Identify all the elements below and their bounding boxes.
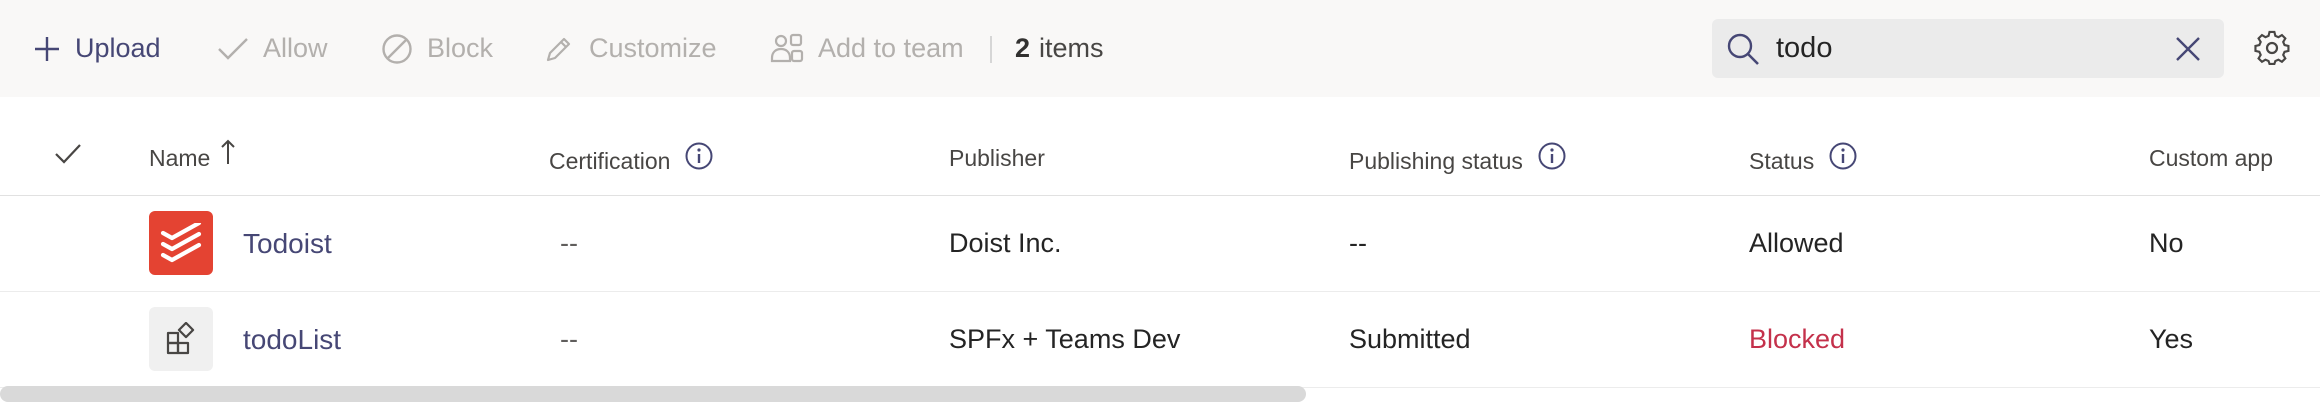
- certification-value: --: [560, 324, 578, 354]
- custom-app-value: No: [2149, 228, 2184, 258]
- search-input[interactable]: [1776, 29, 2156, 67]
- table-row[interactable]: todoList -- SPFx + Teams Dev Submitted B…: [0, 292, 2320, 388]
- column-name-label: Name: [149, 145, 211, 171]
- block-label: Block: [427, 33, 494, 63]
- column-header-certification[interactable]: Certification: [549, 142, 714, 177]
- upload-label: Upload: [75, 33, 161, 63]
- custom-app-value: Yes: [2149, 324, 2194, 354]
- info-icon[interactable]: [684, 141, 714, 177]
- pencil-icon: [543, 33, 575, 65]
- upload-button[interactable]: Upload: [33, 0, 161, 97]
- column-header-status[interactable]: Status: [1749, 142, 1858, 177]
- column-certification-label: Certification: [549, 147, 671, 174]
- people-add-icon: [770, 33, 804, 65]
- column-header-name[interactable]: Name: [149, 139, 236, 172]
- publishing-status-value: --: [1349, 228, 1367, 258]
- info-icon[interactable]: [1828, 141, 1858, 177]
- status-value: Allowed: [1749, 228, 1844, 258]
- column-header-publishing-status[interactable]: Publishing status: [1349, 142, 1567, 177]
- arrow-up-icon: [220, 138, 236, 172]
- certification-value: --: [560, 228, 578, 258]
- allow-button[interactable]: Allow: [217, 0, 328, 97]
- publishing-status-cell: --: [1349, 196, 1367, 291]
- toolbar-divider: [990, 36, 992, 63]
- customize-label: Customize: [589, 33, 717, 63]
- allow-label: Allow: [263, 33, 328, 63]
- search-box: [1712, 19, 2224, 78]
- checkmark-icon: [217, 36, 249, 62]
- status-value: Blocked: [1749, 324, 1846, 354]
- command-bar: Upload Allow Block Customize Add to team…: [0, 0, 2320, 97]
- app-name-link[interactable]: Todoist: [243, 196, 332, 291]
- items-count: 2 items: [1015, 0, 1104, 97]
- custom-app-cell: No: [2149, 196, 2184, 291]
- column-status-label: Status: [1749, 147, 1815, 174]
- column-publishing-status-label: Publishing status: [1349, 147, 1523, 174]
- horizontal-scrollbar[interactable]: [0, 386, 1306, 402]
- add-to-team-button[interactable]: Add to team: [770, 0, 964, 97]
- publishing-status-cell: Submitted: [1349, 292, 1471, 387]
- close-icon[interactable]: [2174, 35, 2202, 68]
- column-header-custom-app[interactable]: Custom app: [2149, 145, 2273, 172]
- app-name[interactable]: Todoist: [243, 228, 332, 260]
- column-publisher-label: Publisher: [949, 145, 1045, 171]
- custom-app-cell: Yes: [2149, 292, 2193, 387]
- search-icon: [1726, 32, 1760, 71]
- table-row[interactable]: Todoist -- Doist Inc. -- Allowed No: [0, 196, 2320, 292]
- select-all-checkmark-icon[interactable]: [54, 143, 82, 170]
- plus-icon: [33, 35, 61, 63]
- customize-button[interactable]: Customize: [543, 0, 717, 97]
- certification-cell: --: [560, 196, 578, 291]
- gear-icon[interactable]: [2254, 30, 2290, 71]
- publisher-cell: Doist Inc.: [949, 196, 1062, 291]
- items-count-suffix: items: [1039, 33, 1104, 63]
- column-custom-app-label: Custom app: [2149, 145, 2274, 171]
- publisher-value: Doist Inc.: [949, 228, 1062, 258]
- block-button[interactable]: Block: [381, 0, 493, 97]
- publishing-status-value: Submitted: [1349, 324, 1471, 354]
- block-circle-icon: [381, 33, 413, 65]
- todoist-logo-icon: [149, 211, 213, 275]
- publisher-value: SPFx + Teams Dev: [949, 324, 1181, 354]
- add-to-team-label: Add to team: [818, 33, 964, 63]
- app-name[interactable]: todoList: [243, 324, 341, 356]
- items-count-number: 2: [1015, 33, 1031, 63]
- apps-table: Name Certification Publisher Publishing …: [0, 97, 2320, 405]
- status-cell: Allowed: [1749, 196, 1844, 291]
- column-header-publisher[interactable]: Publisher: [949, 145, 1045, 172]
- certification-cell: --: [560, 292, 578, 387]
- app-name-link[interactable]: todoList: [243, 292, 341, 387]
- publisher-cell: SPFx + Teams Dev: [949, 292, 1180, 387]
- info-icon[interactable]: [1537, 141, 1567, 177]
- status-cell: Blocked: [1749, 292, 1845, 387]
- app-grid-icon: [149, 307, 213, 371]
- table-header: Name Certification Publisher Publishing …: [0, 97, 2320, 196]
